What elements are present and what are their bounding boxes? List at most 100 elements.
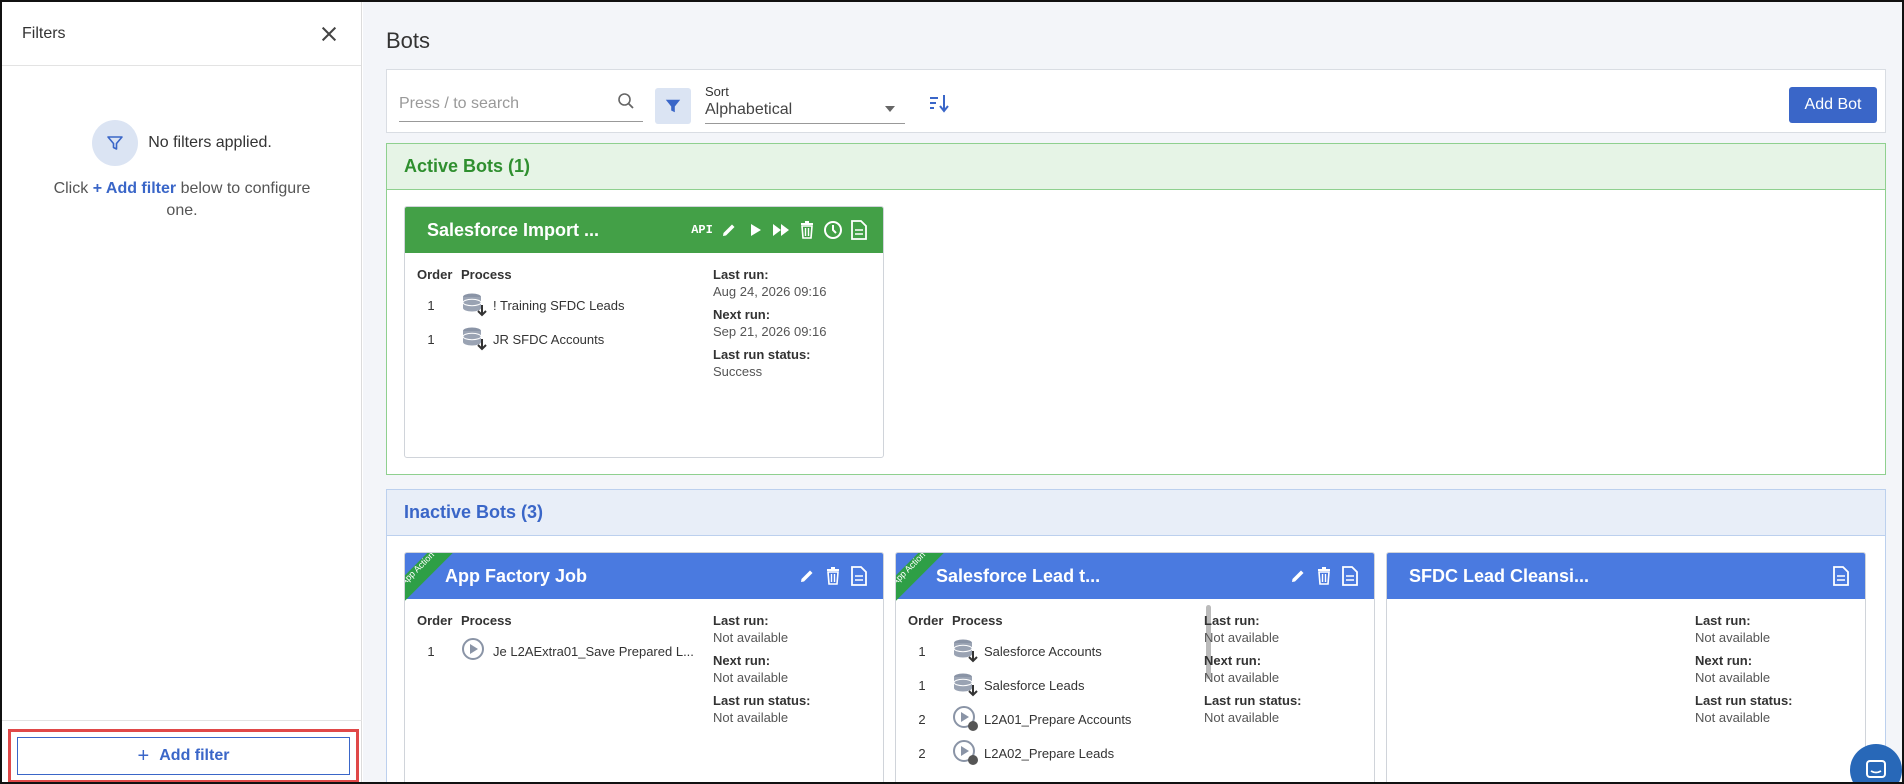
trash-icon[interactable] <box>1314 566 1334 586</box>
run-info: Last run: Not available Next run: Not av… <box>1695 613 1793 725</box>
sort-value: Alphabetical <box>705 101 793 118</box>
empty-state-text: No filters applied. <box>148 134 272 151</box>
filters-header: Filters <box>2 2 361 66</box>
table-row[interactable]: 1 JR SFDC Accounts <box>417 322 625 356</box>
app-frame: Filters No filters applied. Click + Add … <box>0 0 1904 784</box>
bot-card-header: SFDC Lead Cleansi... <box>1387 553 1865 599</box>
bot-card-header: Salesforce Import ... API <box>405 207 883 253</box>
document-icon[interactable] <box>1831 566 1851 586</box>
filters-title: Filters <box>22 24 66 42</box>
bot-actions: API <box>691 220 883 240</box>
bot-card[interactable]: SFDC Lead Cleansi... Last run: Not avail… <box>1386 552 1866 782</box>
table-row[interactable]: 1 ! Training SFDC Leads <box>417 288 625 322</box>
funnel-icon <box>92 120 139 166</box>
pencil-icon[interactable] <box>719 220 739 240</box>
process-header: Process <box>461 267 512 282</box>
funnel-icon <box>665 99 681 113</box>
search-input[interactable] <box>399 94 609 113</box>
database-download-icon <box>461 325 489 353</box>
bot-card[interactable]: Salesforce Import ... API Order Process <box>404 206 884 458</box>
table-row[interactable]: 1 Salesforce Leads <box>908 668 1131 702</box>
bot-name[interactable]: Salesforce Import ... <box>427 220 691 241</box>
sort-select[interactable]: Sort Alphabetical <box>705 84 905 124</box>
play-circle-icon <box>461 637 489 665</box>
highlight-box: + Add filter <box>8 729 359 782</box>
bot-name[interactable]: SFDC Lead Cleansi... <box>1409 566 1831 587</box>
bot-name[interactable]: Salesforce Lead t... <box>936 566 1288 587</box>
pencil-icon[interactable] <box>1288 566 1308 586</box>
empty-state: No filters applied. Click + Add filter b… <box>2 120 362 222</box>
table-row[interactable]: 1 Je L2AExtra01_Save Prepared L... <box>417 634 694 668</box>
active-bots-heading[interactable]: Active Bots (1) <box>387 144 1885 190</box>
search-icon[interactable] <box>617 92 635 115</box>
add-filter-link[interactable]: + Add filter <box>93 180 176 197</box>
bots-toolbar: Sort Alphabetical Add Bot <box>386 69 1886 133</box>
last-run-status-value: Success <box>713 364 763 379</box>
trash-icon[interactable] <box>797 220 817 240</box>
process-name: L2A02_Prepare Leads <box>984 745 1115 761</box>
run-info: Last run: Not available Next run: Not av… <box>713 613 811 725</box>
bot-actions <box>1288 566 1374 586</box>
bot-card-header: App Action App Factory Job <box>405 553 883 604</box>
bot-card[interactable]: App Action Salesforce Lead t... Order Pro… <box>895 552 1375 782</box>
bot-actions <box>797 566 883 586</box>
order-header: Order <box>417 267 453 282</box>
filter-toggle-button[interactable] <box>655 88 691 124</box>
bot-card-body: Last run: Not available Next run: Not av… <box>1387 599 1865 725</box>
fast-forward-icon[interactable] <box>771 220 791 240</box>
sort-descending-icon[interactable] <box>928 92 952 116</box>
active-bots-section: Active Bots (1) Salesforce Import ... AP… <box>386 143 1886 475</box>
inactive-bots-section: Inactive Bots (3) App Action App Factory… <box>386 489 1886 782</box>
table-row[interactable]: 2 L2A01_Prepare Accounts <box>908 702 1131 736</box>
trash-icon[interactable] <box>823 566 843 586</box>
empty-state-help: Click + Add filter below to configure on… <box>53 180 311 219</box>
document-icon[interactable] <box>849 220 869 240</box>
bot-card-header: App Action Salesforce Lead t... <box>896 553 1374 604</box>
database-download-icon <box>952 637 980 665</box>
database-download-icon <box>952 671 980 699</box>
run-info: Last run: Aug 24, 2026 09:16 Next run: S… <box>713 267 863 387</box>
bot-card-body: Order Process 1 Je L2AExtra01_Save Prepar… <box>405 599 883 725</box>
play-circle-icon <box>952 705 980 733</box>
play-icon[interactable] <box>745 220 765 240</box>
bot-card[interactable]: App Action App Factory Job Order Process … <box>404 552 884 782</box>
clock-icon[interactable] <box>823 220 843 240</box>
chevron-down-icon <box>885 106 895 112</box>
database-download-icon <box>461 291 489 319</box>
chat-icon[interactable] <box>1850 744 1902 782</box>
filters-panel: Filters No filters applied. Click + Add … <box>2 2 362 782</box>
process-name: L2A01_Prepare Accounts <box>984 711 1132 727</box>
bot-actions <box>1831 566 1865 586</box>
last-run-value: Aug 24, 2026 09:16 <box>713 284 827 299</box>
plus-icon: + <box>137 745 150 767</box>
page-title: Bots <box>386 28 431 53</box>
close-icon[interactable] <box>317 22 341 46</box>
add-filter-button[interactable]: + Add filter <box>17 737 350 775</box>
sort-label: Sort <box>705 84 729 99</box>
pencil-icon[interactable] <box>797 566 817 586</box>
bot-name[interactable]: App Factory Job <box>445 566 797 587</box>
table-row[interactable]: 1 Salesforce Accounts <box>908 634 1131 668</box>
bot-card-body: Order Process 1 ! Training SFDC Leads 1 J… <box>405 253 883 379</box>
process-name: ! Training SFDC Leads <box>493 297 625 313</box>
bots-main: Bots Sort Alphabetical Add Bot <box>363 2 1902 782</box>
process-table: Order Process 1 Je L2AExtra01_Save Prepar… <box>417 613 694 668</box>
process-name: Salesforce Accounts <box>984 643 1102 659</box>
api-icon[interactable]: API <box>691 220 713 240</box>
bot-card-body: Order Process 1 Salesforce Accounts 1 Sal… <box>896 599 1374 765</box>
process-name: JR SFDC Accounts <box>493 331 605 347</box>
next-run-value: Sep 21, 2026 09:16 <box>713 324 827 339</box>
table-row[interactable]: 2 L2A02_Prepare Leads <box>908 736 1131 770</box>
play-circle-icon <box>952 739 980 767</box>
search-box <box>399 86 643 122</box>
add-bot-button[interactable]: Add Bot <box>1789 87 1877 123</box>
document-icon[interactable] <box>849 566 869 586</box>
filters-footer: + Add filter <box>2 720 362 782</box>
document-icon[interactable] <box>1340 566 1360 586</box>
process-table: Order Process 1 Salesforce Accounts 1 Sal… <box>908 613 1131 770</box>
run-info: Last run: Not available Next run: Not av… <box>1204 613 1302 725</box>
process-name: Je L2AExtra01_Save Prepared L... <box>493 643 694 659</box>
add-filter-label: Add filter <box>159 747 230 764</box>
inactive-bots-heading[interactable]: Inactive Bots (3) <box>387 490 1885 536</box>
process-table: Order Process 1 ! Training SFDC Leads 1 J… <box>417 267 625 356</box>
